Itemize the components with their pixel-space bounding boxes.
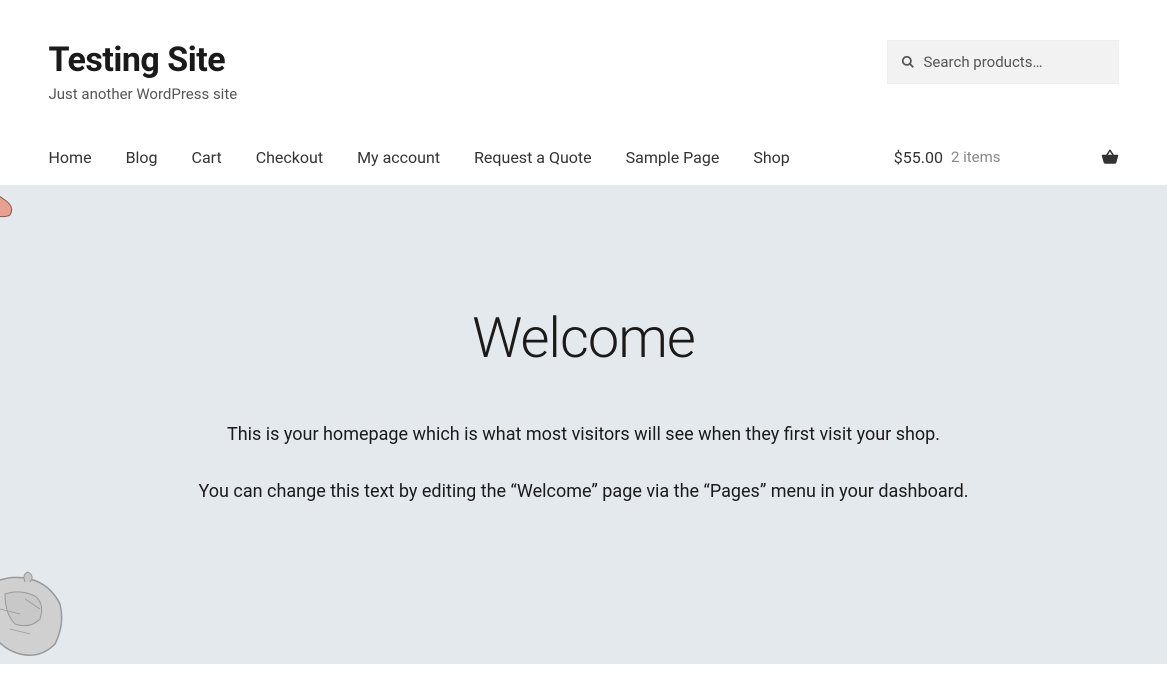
nav-item-checkout[interactable]: Checkout [256, 148, 323, 167]
nav-item-blog[interactable]: Blog [126, 148, 158, 167]
hero-paragraph-1: This is your homepage which is what most… [134, 421, 1034, 450]
decoration-image-top [0, 185, 50, 225]
nav-item-my-account[interactable]: My account [357, 148, 440, 167]
branding: Testing Site Just another WordPress site [49, 40, 887, 103]
site-header: Testing Site Just another WordPress site… [49, 0, 1119, 185]
hero-section: Welcome This is your homepage which is w… [0, 185, 1167, 665]
decoration-image-bottom [0, 554, 100, 664]
nav-item-request-quote[interactable]: Request a Quote [474, 148, 592, 167]
header-top-row: Testing Site Just another WordPress site [49, 40, 1119, 103]
search-icon [901, 55, 915, 69]
search-container [887, 40, 1119, 84]
nav-menu: Home Blog Cart Checkout My account Reque… [49, 148, 790, 167]
cart-price: $55.00 [894, 148, 943, 167]
cart-count: 2 items [951, 148, 1001, 166]
nav-item-shop[interactable]: Shop [753, 148, 789, 167]
site-tagline: Just another WordPress site [49, 85, 887, 103]
nav-item-cart[interactable]: Cart [192, 148, 222, 167]
page-title: Welcome [20, 305, 1147, 371]
site-title[interactable]: Testing Site [49, 40, 887, 81]
cart-link[interactable]: $55.00 2 items [894, 148, 1119, 167]
basket-icon [1101, 148, 1119, 166]
nav-row: Home Blog Cart Checkout My account Reque… [49, 148, 1119, 185]
search-box [887, 40, 1119, 84]
search-input[interactable] [887, 40, 1119, 84]
nav-item-sample-page[interactable]: Sample Page [626, 148, 720, 167]
nav-item-home[interactable]: Home [49, 148, 92, 167]
hero-paragraph-2: You can change this text by editing the … [134, 478, 1034, 507]
